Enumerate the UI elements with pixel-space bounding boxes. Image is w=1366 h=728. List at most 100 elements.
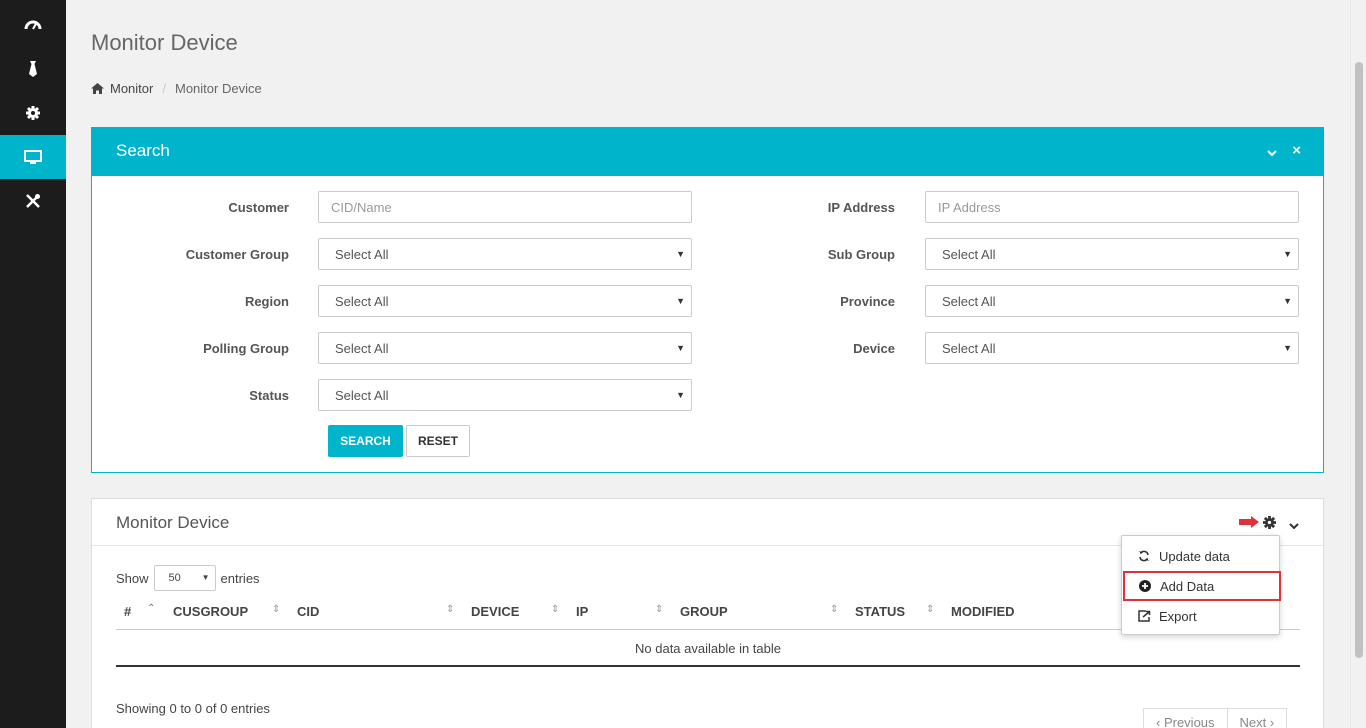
sidebar-item-customer[interactable]: [0, 47, 66, 91]
page-length-value: 50: [168, 572, 181, 584]
menu-item-update-data[interactable]: Update data: [1122, 541, 1279, 571]
polling-group-label: Polling Group: [203, 341, 289, 356]
caret-down-icon: ▼: [1283, 343, 1292, 353]
column-header-device[interactable]: DEVICE: [471, 604, 519, 619]
red-arrow-icon: [1238, 516, 1260, 531]
status-select[interactable]: Select All ▼: [318, 379, 692, 411]
next-label: Next: [1239, 715, 1267, 728]
tie-icon: [29, 61, 37, 77]
caret-down-icon: ▼: [676, 249, 685, 259]
column-header-group[interactable]: GROUP: [680, 604, 728, 619]
sort-icon: ⇕: [446, 604, 455, 615]
close-icon[interactable]: ×: [1292, 142, 1301, 159]
collapse-chevron-icon[interactable]: [1289, 518, 1299, 533]
sidebar-item-tools[interactable]: [0, 179, 66, 223]
search-button[interactable]: SEARCH: [328, 425, 403, 457]
region-value: Select All: [335, 293, 389, 309]
status-value: Select All: [335, 387, 389, 403]
sidebar: [0, 0, 66, 728]
polling-group-select[interactable]: Select All ▼: [318, 332, 692, 364]
ip-address-label: IP Address: [827, 200, 895, 215]
caret-down-icon: ▼: [201, 573, 210, 582]
sort-icon: ⇕: [655, 604, 664, 615]
device-label: Device: [853, 341, 895, 356]
page-length-control: Show 50 ▼ entries: [116, 565, 260, 591]
page-scrollbar[interactable]: [1350, 0, 1366, 728]
menu-item-add-data[interactable]: Add Data: [1123, 571, 1281, 601]
home-icon: [91, 83, 104, 94]
menu-item-export[interactable]: Export: [1122, 601, 1279, 631]
breadcrumb-separator: /: [162, 81, 166, 96]
page-length-select[interactable]: 50 ▼: [153, 565, 216, 591]
sidebar-item-settings[interactable]: [0, 91, 66, 135]
caret-down-icon: ▼: [676, 296, 685, 306]
region-label: Region: [244, 294, 289, 309]
caret-down-icon: ▼: [676, 343, 685, 353]
settings-dropdown-menu: Update data Add Data Export: [1121, 535, 1281, 635]
refresh-icon: [1138, 550, 1151, 562]
province-value: Select All: [942, 293, 996, 309]
customer-input[interactable]: [318, 191, 692, 223]
breadcrumb: Monitor / Monitor Device: [91, 81, 262, 96]
monitor-icon: [24, 149, 42, 164]
export-icon: [1138, 610, 1151, 622]
entries-label: entries: [220, 570, 260, 586]
sort-asc-icon: ⌃: [147, 603, 156, 614]
previous-page-button[interactable]: ‹ Previous: [1143, 708, 1228, 728]
sort-icon: ⇕: [272, 604, 281, 615]
collapse-chevron-icon[interactable]: [1267, 145, 1277, 160]
customer-group-label: Customer Group: [185, 247, 289, 262]
menu-item-label: Add Data: [1160, 578, 1215, 594]
sort-icon: ⇕: [551, 604, 560, 615]
page-title: Monitor Device: [91, 30, 238, 55]
show-label: Show: [116, 570, 149, 586]
ip-address-input[interactable]: [925, 191, 1299, 223]
table-empty-message: No data available in table: [116, 631, 1300, 667]
tools-icon: [26, 194, 40, 208]
menu-item-label: Update data: [1159, 548, 1230, 564]
scrollbar-thumb[interactable]: [1355, 62, 1363, 658]
province-label: Province: [840, 294, 895, 309]
search-panel-title: Search: [116, 141, 170, 160]
caret-down-icon: ▼: [1283, 249, 1292, 259]
breadcrumb-home-link[interactable]: Monitor: [110, 81, 153, 96]
customer-label: Customer: [228, 200, 289, 215]
region-select[interactable]: Select All ▼: [318, 285, 692, 317]
search-panel: Search × Customer Customer Group Select …: [91, 127, 1324, 473]
device-value: Select All: [942, 340, 996, 356]
province-select[interactable]: Select All ▼: [925, 285, 1299, 317]
sub-group-select[interactable]: Select All ▼: [925, 238, 1299, 270]
column-header-modified[interactable]: MODIFIED: [951, 604, 1015, 619]
caret-down-icon: ▼: [1283, 296, 1292, 306]
reset-button[interactable]: RESET: [406, 425, 470, 457]
status-label: Status: [249, 388, 289, 403]
sort-icon: ⇕: [926, 604, 935, 615]
column-header-ip[interactable]: IP: [576, 604, 588, 619]
gear-icon: [26, 106, 40, 120]
next-page-button[interactable]: Next ›: [1227, 708, 1288, 728]
pagination: ‹ Previous Next ›: [1143, 708, 1288, 728]
polling-group-value: Select All: [335, 340, 389, 356]
sub-group-value: Select All: [942, 246, 996, 262]
plus-circle-icon: [1139, 580, 1152, 592]
column-header-cusgroup[interactable]: CUSGROUP: [173, 604, 248, 619]
menu-item-label: Export: [1159, 608, 1197, 624]
breadcrumb-current: Monitor Device: [174, 81, 262, 96]
table-info: Showing 0 to 0 of 0 entries: [116, 701, 270, 716]
previous-label: Previous: [1163, 715, 1215, 728]
column-header-cid[interactable]: CID: [297, 604, 319, 619]
column-header-status[interactable]: STATUS: [855, 604, 905, 619]
sort-icon: ⇕: [830, 604, 839, 615]
sidebar-item-dashboard[interactable]: [0, 2, 66, 46]
search-panel-header: Search ×: [92, 128, 1323, 176]
dashboard-icon: [24, 20, 42, 30]
sub-group-label: Sub Group: [827, 247, 895, 262]
device-select[interactable]: Select All ▼: [925, 332, 1299, 364]
gear-icon[interactable]: [1263, 516, 1276, 532]
monitor-panel-title: Monitor Device: [116, 513, 230, 532]
caret-down-icon: ▼: [676, 390, 685, 400]
customer-group-select[interactable]: Select All ▼: [318, 238, 692, 270]
customer-group-value: Select All: [335, 246, 389, 262]
sidebar-item-monitor[interactable]: [0, 135, 66, 179]
column-header-index[interactable]: #: [124, 604, 131, 619]
